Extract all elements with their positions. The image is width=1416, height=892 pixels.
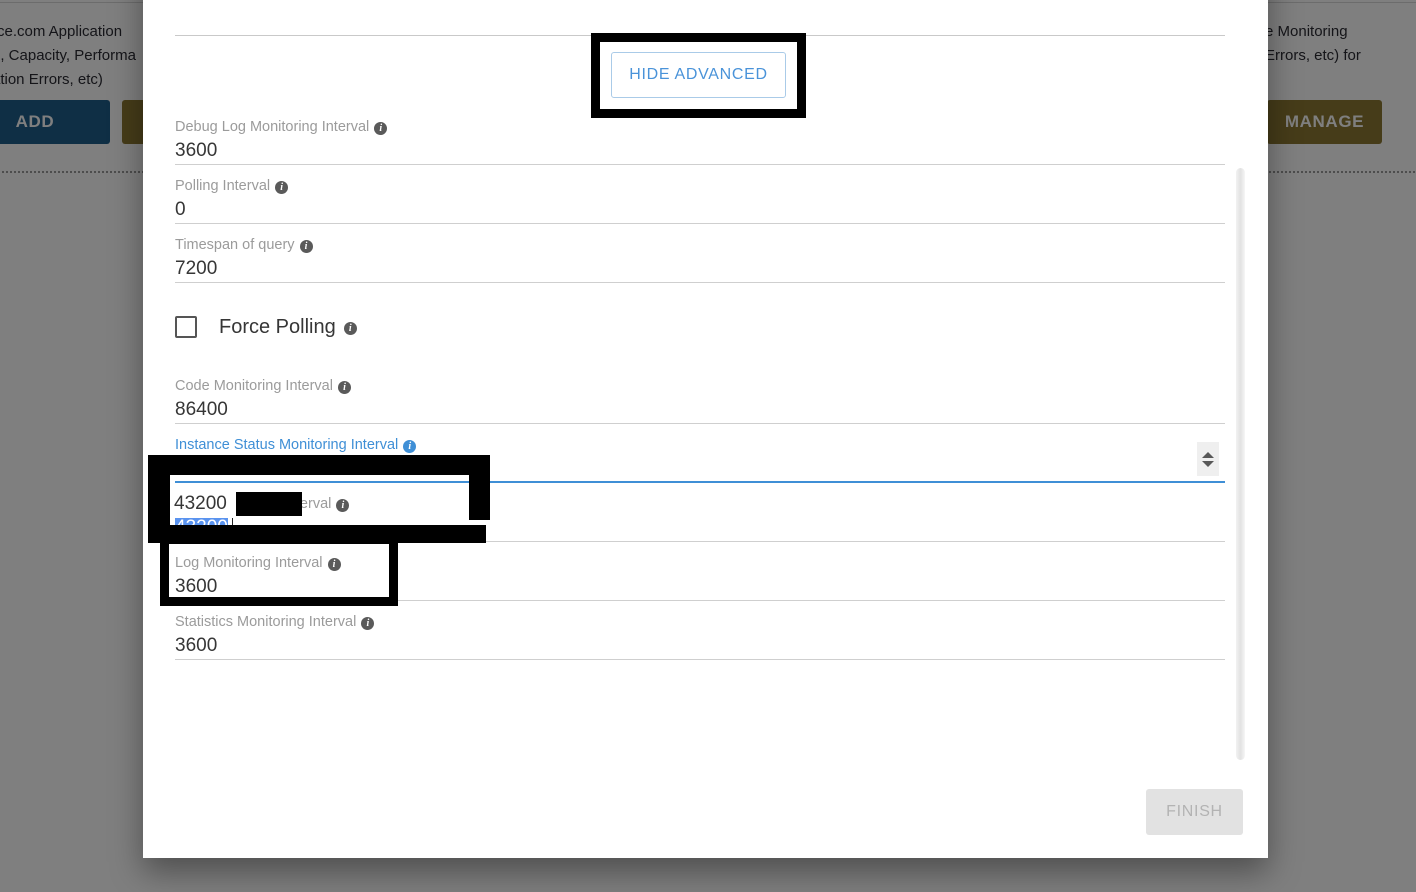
annotation-instance-status-right-bar xyxy=(469,455,490,520)
info-icon[interactable]: i xyxy=(343,321,357,335)
force-polling-checkbox[interactable] xyxy=(175,316,197,338)
info-icon[interactable]: i xyxy=(337,380,351,394)
field-code-monitoring-interval[interactable]: Code Monitoring Interval i 86400 xyxy=(175,365,1225,424)
field-label: Instance Status Monitoring Interval i xyxy=(175,436,1225,454)
finish-button[interactable]: FINISH xyxy=(1146,789,1243,835)
annotation-audit-highlight xyxy=(160,535,398,606)
field-value[interactable]: 86400 xyxy=(175,397,1225,423)
force-polling-label: Force Polling i xyxy=(219,316,357,339)
field-label-text: Statistics Monitoring Interval xyxy=(175,614,357,630)
field-label: Audit Monitoring Interval i xyxy=(175,495,1225,513)
info-icon[interactable]: i xyxy=(374,121,388,135)
annotation-hide-advanced-highlight xyxy=(591,33,806,118)
field-label-text: Code Monitoring Interval xyxy=(175,378,333,394)
field-label-text: Timespan of query xyxy=(175,237,295,253)
force-polling-row[interactable]: Force Polling i xyxy=(175,283,1225,365)
field-timespan-of-query[interactable]: Timespan of query i 7200 xyxy=(175,224,1225,283)
modal-scrollbar-thumb[interactable] xyxy=(1236,168,1245,760)
modal-scrollbar-track[interactable] xyxy=(1234,100,1246,760)
field-label: Debug Log Monitoring Interval i xyxy=(175,118,1225,136)
field-value[interactable]: 7200 xyxy=(175,256,1225,282)
field-label: Polling Interval i xyxy=(175,177,1225,195)
force-polling-label-text: Force Polling xyxy=(219,315,336,338)
info-icon[interactable]: i xyxy=(403,439,417,453)
info-icon[interactable]: i xyxy=(299,239,313,253)
stepper-down-icon[interactable] xyxy=(1202,460,1214,467)
info-icon[interactable]: i xyxy=(361,616,375,630)
redaction-bar-instance-status xyxy=(236,492,302,516)
info-icon[interactable]: i xyxy=(336,498,350,512)
field-value[interactable]: 3600 xyxy=(175,633,1225,659)
number-stepper[interactable] xyxy=(1197,442,1219,476)
field-label: Timespan of query i xyxy=(175,236,1225,254)
annotation-instance-status-top-bar xyxy=(148,455,490,475)
field-label-text: Polling Interval xyxy=(175,178,271,194)
instance-status-visible-value: 43200 xyxy=(174,490,236,518)
field-label-text: Instance Status Monitoring Interval xyxy=(175,437,399,453)
field-statistics-monitoring-interval[interactable]: Statistics Monitoring Interval i 3600 xyxy=(175,601,1225,660)
field-value[interactable]: 0 xyxy=(175,197,1225,223)
annotation-instance-status-left-bar xyxy=(148,455,170,530)
field-label-text: Debug Log Monitoring Interval xyxy=(175,119,370,135)
stepper-up-icon[interactable] xyxy=(1202,451,1214,458)
field-polling-interval[interactable]: Polling Interval i 0 xyxy=(175,165,1225,224)
advanced-settings-modal: HIDE ADVANCED Debug Log Monitoring Inter… xyxy=(143,0,1268,858)
info-icon[interactable]: i xyxy=(275,180,289,194)
field-value[interactable]: 3600 xyxy=(175,138,1225,164)
field-label: Statistics Monitoring Interval i xyxy=(175,613,1225,631)
field-label: Code Monitoring Interval i xyxy=(175,377,1225,395)
